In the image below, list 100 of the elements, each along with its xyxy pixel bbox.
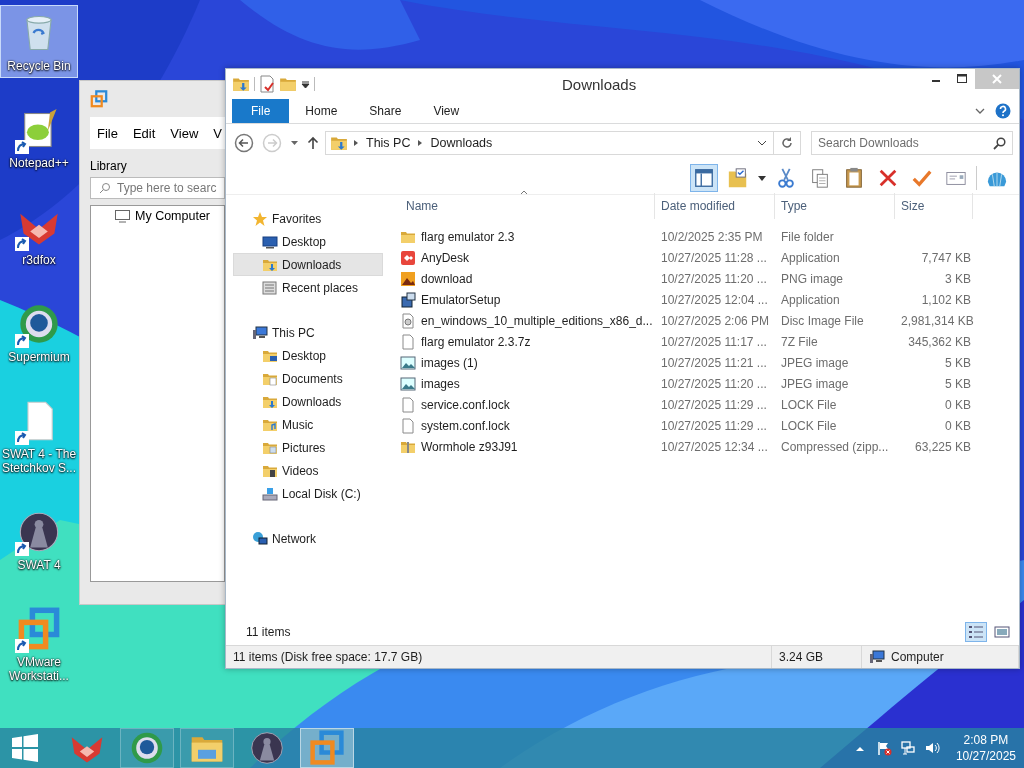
status-text: 3.24 GB — [772, 646, 862, 668]
navigation-item[interactable]: Favorites — [233, 207, 383, 230]
navigation-item[interactable]: Music — [233, 413, 383, 436]
navigation-item[interactable]: Documents — [233, 367, 383, 390]
table-cell-text: 10/27/2025 11:29 ... — [660, 418, 768, 433]
taskbar-button[interactable] — [120, 728, 174, 768]
network-icon[interactable] — [899, 740, 916, 756]
table-cell-text: 5 KB — [944, 376, 972, 391]
details-view-button[interactable] — [965, 622, 987, 642]
navigation-item[interactable]: Network — [233, 527, 383, 550]
back-icon[interactable] — [234, 133, 254, 153]
details-view-icon — [968, 624, 984, 640]
table-cell-text: Disc Image File — [780, 313, 865, 328]
computer-icon — [869, 649, 885, 665]
browser-icon[interactable] — [17, 302, 61, 346]
sort-caret-icon — [520, 190, 528, 195]
breadcrumb-arrow-icon[interactable] — [418, 140, 423, 146]
tree-item[interactable]: My Computer — [135, 209, 211, 223]
preview-pane-button[interactable] — [690, 164, 718, 192]
file-name[interactable]: images (1) — [421, 355, 478, 370]
file-icon — [400, 396, 416, 413]
panel-title: Library — [90, 158, 128, 175]
table-cell-text: Application — [780, 250, 841, 265]
windows-start-icon[interactable] — [11, 734, 39, 762]
table-cell-text: Application — [780, 292, 841, 307]
clock[interactable]: 2:08 PM 10/27/2025 — [955, 732, 1016, 764]
dropdown-icon[interactable] — [757, 140, 767, 146]
file-name[interactable]: AnyDesk — [421, 250, 470, 265]
menu-item[interactable]: V — [213, 125, 222, 141]
menu-item[interactable]: File — [97, 125, 118, 141]
navigation-item[interactable]: Downloads — [233, 390, 383, 413]
file-name[interactable]: Wormhole z93J91 — [421, 439, 518, 454]
file-name[interactable]: system.conf.lock — [421, 418, 510, 433]
file-name[interactable]: flarg emulator 2.3 — [421, 229, 515, 244]
table-cell-text: 1,102 KB — [920, 292, 972, 307]
copy-icon — [809, 167, 831, 189]
shortcut-label: Notepad++ — [9, 156, 69, 170]
search-field[interactable]: Type here to searc — [90, 177, 225, 199]
file-name[interactable]: en_windows_10_multiple_editions_x86_d... — [421, 313, 653, 328]
address-bar[interactable]: This PC Downloads — [325, 131, 801, 155]
folder-check-icon — [727, 167, 749, 189]
ribbon-tab[interactable]: File — [232, 99, 290, 123]
navigation-item[interactable]: Videos — [233, 459, 383, 482]
ribbon-tab[interactable]: View — [417, 99, 476, 123]
vmware-icon[interactable] — [17, 607, 61, 651]
file-name[interactable]: images — [421, 376, 460, 391]
volume-icon[interactable] — [923, 740, 940, 756]
monitor-icon — [115, 209, 130, 223]
navigation-item[interactable]: Downloads — [233, 253, 383, 276]
breadcrumb[interactable]: Downloads — [430, 136, 493, 150]
breadcrumb-arrow-icon[interactable] — [354, 140, 358, 146]
shortcut-label: SWAT 4 — [17, 558, 61, 572]
navigation-item[interactable]: Recent places — [233, 276, 383, 299]
column-header[interactable]: Size — [895, 193, 973, 219]
recent-places-icon — [262, 279, 278, 296]
network-icon — [252, 530, 268, 547]
table-cell-text: 10/27/2025 11:17 ... — [660, 334, 768, 349]
desktop-icon — [262, 233, 278, 250]
help-icon[interactable] — [995, 103, 1011, 119]
large-icons-view-icon — [994, 624, 1010, 640]
file-name[interactable]: EmulatorSetup — [421, 292, 501, 307]
window-title: Downloads — [562, 75, 638, 93]
computer-icon — [252, 324, 268, 341]
chevron-down-icon[interactable] — [975, 108, 985, 114]
menu-item[interactable]: View — [170, 125, 199, 141]
column-header[interactable]: Date modified — [655, 193, 775, 219]
search-field[interactable]: Search Downloads — [811, 131, 1013, 155]
navigation-item[interactable]: Pictures — [233, 436, 383, 459]
up-arrow-icon[interactable] — [307, 136, 319, 150]
breadcrumb[interactable]: This PC — [366, 136, 411, 150]
search-icon — [993, 136, 1006, 150]
menu-item[interactable]: Edit — [132, 125, 156, 141]
dropdown-icon[interactable] — [290, 140, 299, 146]
properties-icon[interactable] — [259, 75, 275, 93]
table-cell-text: 7,747 KB — [920, 250, 972, 265]
flag-icon[interactable] — [875, 740, 892, 756]
navigation-item[interactable]: Desktop — [233, 230, 383, 253]
file-name[interactable]: service.conf.lock — [421, 397, 510, 412]
table-cell-text: 10/27/2025 11:20 ... — [660, 376, 768, 391]
item-count: 11 items — [246, 625, 291, 639]
file-name[interactable]: download — [421, 271, 473, 286]
ribbon-tab[interactable]: Share — [353, 99, 418, 123]
image-file-icon — [400, 270, 416, 287]
desktop-shortcut[interactable]: Notepad++ — [0, 102, 78, 175]
game-icon[interactable] — [17, 510, 61, 554]
table-cell-text: 5 KB — [944, 355, 972, 370]
table-cell-text: 10/27/2025 11:29 ... — [660, 397, 768, 412]
dropdown-icon[interactable] — [758, 175, 766, 181]
desktop-shortcut[interactable]: r3dfox — [0, 199, 78, 272]
dropdown-icon[interactable] — [301, 79, 310, 89]
table-cell-text: 10/27/2025 11:21 ... — [660, 355, 768, 370]
navigation-item[interactable]: This PC — [233, 321, 383, 344]
ribbon-tab[interactable]: Home — [289, 99, 354, 123]
navigation-item[interactable]: Local Disk (C:) — [233, 482, 383, 505]
column-header[interactable]: Name — [400, 193, 655, 219]
navigation-item[interactable]: Desktop — [233, 344, 383, 367]
anydesk-icon — [400, 249, 416, 266]
file-name[interactable]: flarg emulator 2.3.7z — [421, 334, 531, 349]
column-header[interactable]: Type — [775, 193, 895, 219]
setup-icon — [400, 291, 416, 308]
